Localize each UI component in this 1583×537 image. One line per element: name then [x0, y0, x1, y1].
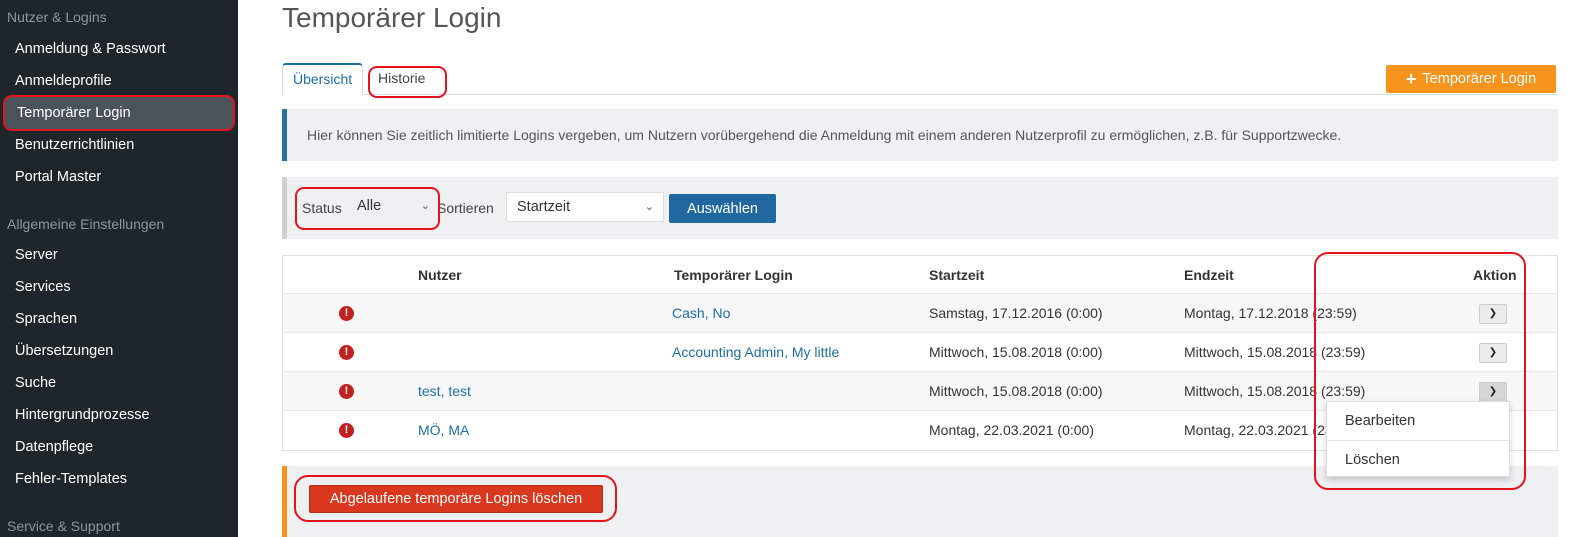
- error-icon: !: [339, 306, 354, 321]
- sidebar-item-label: Temporärer Login: [17, 105, 131, 121]
- apply-filter-button[interactable]: Auswählen: [669, 194, 776, 223]
- chevron-down-icon: ❯: [1488, 308, 1498, 319]
- action-dropdown-button[interactable]: ❯: [1479, 304, 1507, 324]
- sidebar-item-fehler-templates[interactable]: Fehler-Templates: [0, 463, 238, 495]
- sidebar-item-portal-master[interactable]: Portal Master: [0, 161, 238, 193]
- sort-label: Sortieren: [437, 200, 494, 216]
- plus-icon: +: [1405, 69, 1417, 89]
- menu-item-edit[interactable]: Bearbeiten: [1327, 402, 1509, 440]
- info-box: Hier können Sie zeitlich limitierte Logi…: [282, 109, 1558, 161]
- sidebar-item-label: Suche: [15, 375, 57, 391]
- column-header: Endzeit: [1184, 267, 1234, 283]
- sidebar-item-label: Datenpflege: [15, 439, 94, 455]
- sidebar: Nutzer & Logins Anmeldung & Passwort Anm…: [0, 0, 238, 537]
- end-time: Montag, 17.12.2018 (23:59): [1184, 305, 1357, 321]
- error-icon: !: [339, 345, 354, 360]
- page-title: Temporärer Login: [282, 2, 502, 33]
- action-dropdown-button[interactable]: ❯: [1479, 343, 1507, 363]
- chevron-down-icon: ❯: [1488, 386, 1498, 397]
- sidebar-item-server[interactable]: Server: [0, 239, 238, 271]
- action-dropdown-menu: Bearbeiten Löschen: [1326, 401, 1510, 477]
- temp-login-link[interactable]: Accounting Admin, My little: [672, 333, 839, 372]
- status-label: Status: [302, 200, 342, 216]
- sidebar-item-label: Anmeldeprofile: [15, 73, 112, 89]
- sidebar-item-label: Services: [15, 279, 71, 295]
- sidebar-item-datenpflege[interactable]: Datenpflege: [0, 431, 238, 463]
- sidebar-item-anmeldeprofile[interactable]: Anmeldeprofile: [0, 65, 238, 97]
- add-temporary-login-button[interactable]: + Temporärer Login: [1386, 65, 1556, 93]
- start-time: Samstag, 17.12.2016 (0:00): [929, 305, 1103, 321]
- status-select-value: Alle: [357, 198, 382, 214]
- start-time: Mittwoch, 15.08.2018 (0:00): [929, 383, 1103, 399]
- sidebar-item-services[interactable]: Services: [0, 271, 238, 303]
- column-header: Temporärer Login: [674, 267, 793, 283]
- tab-uebersicht[interactable]: Übersicht: [282, 63, 364, 95]
- sidebar-item-temporaerer-login[interactable]: Temporärer Login: [3, 95, 235, 131]
- sidebar-item-benutzerrichtlinien[interactable]: Benutzerrichtlinien: [0, 129, 238, 161]
- chevron-down-icon: ⌄: [644, 201, 654, 213]
- sidebar-item-suche[interactable]: Suche: [0, 367, 238, 399]
- sidebar-item-label: Fehler-Templates: [15, 471, 128, 487]
- column-header: Startzeit: [929, 267, 985, 283]
- error-icon: !: [339, 384, 354, 399]
- temp-login-link[interactable]: Cash, No: [672, 294, 730, 333]
- sidebar-section-title: Nutzer & Logins: [7, 9, 107, 25]
- column-header: Aktion: [1473, 267, 1517, 283]
- error-icon: !: [339, 423, 354, 438]
- sidebar-item-label: Portal Master: [15, 169, 102, 185]
- tab-bar: Übersicht Historie: [282, 63, 1558, 95]
- table-row: ! Accounting Admin, My little Mittwoch, …: [283, 332, 1557, 371]
- chevron-down-icon: ⌄: [420, 200, 430, 212]
- table-row: ! Cash, No Samstag, 17.12.2016 (0:00) Mo…: [283, 293, 1557, 332]
- start-time: Mittwoch, 15.08.2018 (0:00): [929, 344, 1103, 360]
- user-link[interactable]: test, test: [418, 372, 471, 411]
- add-button-label: Temporärer Login: [1422, 71, 1537, 87]
- sidebar-item-label: Server: [15, 247, 58, 263]
- sidebar-item-hintergrundprozesse[interactable]: Hintergrundprozesse: [0, 399, 238, 431]
- end-time: Mittwoch, 15.08.2018 (23:59): [1184, 344, 1366, 360]
- delete-expired-logins-button[interactable]: Abgelaufene temporäre Logins löschen: [309, 485, 603, 513]
- column-header: Nutzer: [418, 267, 462, 283]
- sidebar-item-label: Benutzerrichtlinien: [15, 137, 135, 153]
- tab-historie[interactable]: Historie: [368, 63, 435, 95]
- start-time: Montag, 22.03.2021 (0:00): [929, 422, 1095, 438]
- filter-bar: Status Alle ⌄ Sortieren Startzeit ⌄ Ausw…: [282, 177, 1558, 239]
- user-link[interactable]: MÖ, MA: [418, 411, 469, 450]
- sidebar-item-label: Sprachen: [15, 311, 78, 327]
- sidebar-item-label: Anmeldung & Passwort: [15, 41, 166, 57]
- sidebar-item-anmeldung-passwort[interactable]: Anmeldung & Passwort: [0, 33, 238, 65]
- sidebar-item-uebersetzungen[interactable]: Übersetzungen: [0, 335, 238, 367]
- status-select[interactable]: Alle ⌄: [347, 192, 439, 222]
- sort-select-value: Startzeit: [517, 199, 571, 215]
- menu-item-delete[interactable]: Löschen: [1327, 440, 1509, 478]
- action-dropdown-button[interactable]: ❯: [1479, 382, 1507, 402]
- sidebar-item-label: Übersetzungen: [15, 343, 114, 359]
- sidebar-item-label: Hintergrundprozesse: [15, 407, 150, 423]
- sort-select[interactable]: Startzeit ⌄: [506, 192, 664, 222]
- sidebar-section-title: Service & Support: [7, 518, 120, 534]
- sidebar-item-sprachen[interactable]: Sprachen: [0, 303, 238, 335]
- chevron-down-icon: ❯: [1488, 347, 1498, 358]
- info-text: Hier können Sie zeitlich limitierte Logi…: [307, 127, 1342, 143]
- sidebar-section-title: Allgemeine Einstellungen: [7, 216, 165, 232]
